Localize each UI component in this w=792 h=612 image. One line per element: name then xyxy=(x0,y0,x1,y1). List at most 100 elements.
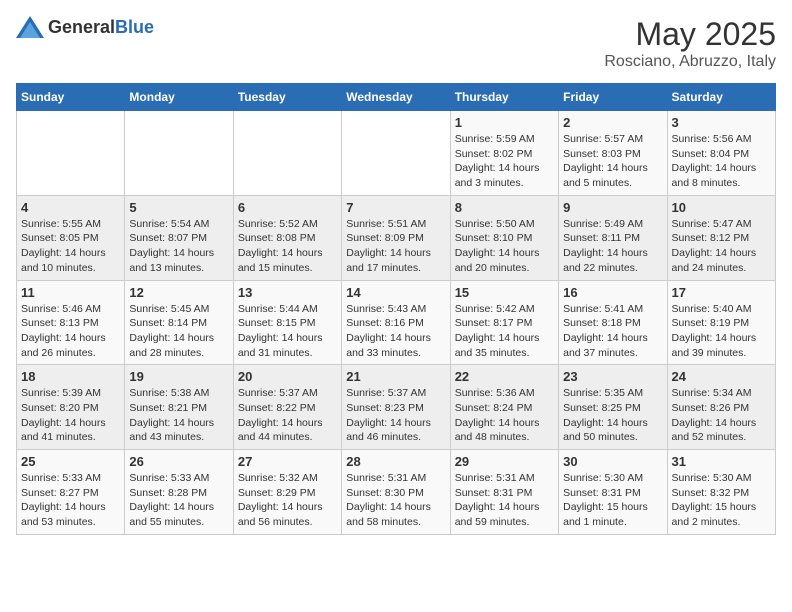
calendar-cell: 25 Sunrise: 5:33 AMSunset: 8:27 PMDayligh… xyxy=(17,450,125,535)
calendar-cell: 15 Sunrise: 5:42 AMSunset: 8:17 PMDayligh… xyxy=(450,280,558,365)
day-number: 25 xyxy=(21,454,120,469)
calendar-cell: 20 Sunrise: 5:37 AMSunset: 8:22 PMDayligh… xyxy=(233,365,341,450)
day-info: Sunrise: 5:51 AMSunset: 8:09 PMDaylight:… xyxy=(346,217,445,276)
week-row-3: 11Sunrise: 5:46 AMSunset: 8:13 PMDayligh… xyxy=(17,280,776,365)
day-number: 5 xyxy=(129,200,228,215)
calendar-table: SundayMondayTuesdayWednesdayThursdayFrid… xyxy=(16,83,776,535)
day-info: Sunrise: 5:39 AMSunset: 8:20 PMDaylight:… xyxy=(21,386,120,445)
day-info: Sunrise: 5:54 AMSunset: 8:07 PMDaylight:… xyxy=(129,217,228,276)
day-info: Sunrise: 5:50 AMSunset: 8:10 PMDaylight:… xyxy=(455,217,554,276)
calendar-cell xyxy=(342,111,450,196)
week-row-1: 1Sunrise: 5:59 AMSunset: 8:02 PMDaylight… xyxy=(17,111,776,196)
day-info: Sunrise: 5:47 AMSunset: 8:12 PMDaylight:… xyxy=(672,217,771,276)
day-number: 1 xyxy=(455,115,554,130)
calendar-cell: 9Sunrise: 5:49 AMSunset: 8:11 PMDaylight… xyxy=(559,195,667,280)
calendar-cell: 28 Sunrise: 5:31 AMSunset: 8:30 PMDayligh… xyxy=(342,450,450,535)
title-block: May 2025 Rosciano, Abruzzo, Italy xyxy=(604,16,776,71)
day-number: 27 xyxy=(238,454,337,469)
day-number: 12 xyxy=(129,285,228,300)
calendar-cell: 19Sunrise: 5:38 AMSunset: 8:21 PMDayligh… xyxy=(125,365,233,450)
day-number: 7 xyxy=(346,200,445,215)
page-header: GeneralBlue May 2025 Rosciano, Abruzzo, … xyxy=(16,16,776,71)
day-info: Sunrise: 5:37 AMSunset: 8:23 PMDaylight:… xyxy=(346,386,445,445)
day-info: Sunrise: 5:41 AMSunset: 8:18 PMDaylight:… xyxy=(563,302,662,361)
day-info: Sunrise: 5:42 AMSunset: 8:17 PMDaylight:… xyxy=(455,302,554,361)
day-number: 31 xyxy=(672,454,771,469)
weekday-header-row: SundayMondayTuesdayWednesdayThursdayFrid… xyxy=(17,84,776,111)
weekday-header-tuesday: Tuesday xyxy=(233,84,341,111)
weekday-header-friday: Friday xyxy=(559,84,667,111)
day-number: 26 xyxy=(129,454,228,469)
logo-wordmark: GeneralBlue xyxy=(48,17,154,38)
day-number: 23 xyxy=(563,369,662,384)
day-number: 28 xyxy=(346,454,445,469)
calendar-title: May 2025 xyxy=(604,16,776,53)
day-info: Sunrise: 5:52 AMSunset: 8:08 PMDaylight:… xyxy=(238,217,337,276)
calendar-cell: 8 Sunrise: 5:50 AMSunset: 8:10 PMDaylight… xyxy=(450,195,558,280)
calendar-cell: 3Sunrise: 5:56 AMSunset: 8:04 PMDaylight… xyxy=(667,111,775,196)
calendar-cell: 12 Sunrise: 5:45 AMSunset: 8:14 PMDayligh… xyxy=(125,280,233,365)
day-info: Sunrise: 5:30 AMSunset: 8:32 PMDaylight:… xyxy=(672,471,771,530)
day-info: Sunrise: 5:31 AMSunset: 8:31 PMDaylight:… xyxy=(455,471,554,530)
day-number: 22 xyxy=(455,369,554,384)
logo-icon xyxy=(16,16,44,38)
week-row-4: 18 Sunrise: 5:39 AMSunset: 8:20 PMDayligh… xyxy=(17,365,776,450)
day-info: Sunrise: 5:46 AMSunset: 8:13 PMDaylight:… xyxy=(21,302,120,361)
day-info: Sunrise: 5:40 AMSunset: 8:19 PMDaylight:… xyxy=(672,302,771,361)
day-info: Sunrise: 5:37 AMSunset: 8:22 PMDaylight:… xyxy=(238,386,337,445)
calendar-cell: 26Sunrise: 5:33 AMSunset: 8:28 PMDayligh… xyxy=(125,450,233,535)
day-info: Sunrise: 5:45 AMSunset: 8:14 PMDaylight:… xyxy=(129,302,228,361)
day-number: 20 xyxy=(238,369,337,384)
calendar-cell: 13Sunrise: 5:44 AMSunset: 8:15 PMDayligh… xyxy=(233,280,341,365)
day-info: Sunrise: 5:43 AMSunset: 8:16 PMDaylight:… xyxy=(346,302,445,361)
calendar-cell: 5 Sunrise: 5:54 AMSunset: 8:07 PMDaylight… xyxy=(125,195,233,280)
calendar-cell xyxy=(233,111,341,196)
day-number: 13 xyxy=(238,285,337,300)
day-number: 10 xyxy=(672,200,771,215)
day-number: 4 xyxy=(21,200,120,215)
calendar-cell: 18 Sunrise: 5:39 AMSunset: 8:20 PMDayligh… xyxy=(17,365,125,450)
calendar-cell: 16 Sunrise: 5:41 AMSunset: 8:18 PMDayligh… xyxy=(559,280,667,365)
day-number: 24 xyxy=(672,369,771,384)
weekday-header-saturday: Saturday xyxy=(667,84,775,111)
calendar-cell: 6 Sunrise: 5:52 AMSunset: 8:08 PMDaylight… xyxy=(233,195,341,280)
weekday-header-monday: Monday xyxy=(125,84,233,111)
calendar-cell: 23Sunrise: 5:35 AMSunset: 8:25 PMDayligh… xyxy=(559,365,667,450)
calendar-cell: 27Sunrise: 5:32 AMSunset: 8:29 PMDayligh… xyxy=(233,450,341,535)
day-number: 16 xyxy=(563,285,662,300)
logo: GeneralBlue xyxy=(16,16,154,38)
week-row-5: 25 Sunrise: 5:33 AMSunset: 8:27 PMDayligh… xyxy=(17,450,776,535)
calendar-cell: 21 Sunrise: 5:37 AMSunset: 8:23 PMDayligh… xyxy=(342,365,450,450)
day-number: 17 xyxy=(672,285,771,300)
day-info: Sunrise: 5:33 AMSunset: 8:27 PMDaylight:… xyxy=(21,471,120,530)
day-info: Sunrise: 5:36 AMSunset: 8:24 PMDaylight:… xyxy=(455,386,554,445)
calendar-cell: 14Sunrise: 5:43 AMSunset: 8:16 PMDayligh… xyxy=(342,280,450,365)
day-number: 6 xyxy=(238,200,337,215)
weekday-header-wednesday: Wednesday xyxy=(342,84,450,111)
day-number: 9 xyxy=(563,200,662,215)
day-info: Sunrise: 5:56 AMSunset: 8:04 PMDaylight:… xyxy=(672,132,771,191)
day-number: 21 xyxy=(346,369,445,384)
calendar-cell: 31 Sunrise: 5:30 AMSunset: 8:32 PMDayligh… xyxy=(667,450,775,535)
day-number: 8 xyxy=(455,200,554,215)
day-number: 18 xyxy=(21,369,120,384)
day-number: 30 xyxy=(563,454,662,469)
day-info: Sunrise: 5:38 AMSunset: 8:21 PMDaylight:… xyxy=(129,386,228,445)
calendar-cell: 1Sunrise: 5:59 AMSunset: 8:02 PMDaylight… xyxy=(450,111,558,196)
calendar-cell: 29Sunrise: 5:31 AMSunset: 8:31 PMDayligh… xyxy=(450,450,558,535)
calendar-cell xyxy=(17,111,125,196)
weekday-header-thursday: Thursday xyxy=(450,84,558,111)
day-info: Sunrise: 5:31 AMSunset: 8:30 PMDaylight:… xyxy=(346,471,445,530)
calendar-cell: 22 Sunrise: 5:36 AMSunset: 8:24 PMDayligh… xyxy=(450,365,558,450)
calendar-header: SundayMondayTuesdayWednesdayThursdayFrid… xyxy=(17,84,776,111)
calendar-cell: 10 Sunrise: 5:47 AMSunset: 8:12 PMDayligh… xyxy=(667,195,775,280)
calendar-cell xyxy=(125,111,233,196)
logo-general: General xyxy=(48,17,115,37)
calendar-cell: 30 Sunrise: 5:30 AMSunset: 8:31 PMDayligh… xyxy=(559,450,667,535)
weekday-header-sunday: Sunday xyxy=(17,84,125,111)
calendar-cell: 7 Sunrise: 5:51 AMSunset: 8:09 PMDaylight… xyxy=(342,195,450,280)
week-row-2: 4Sunrise: 5:55 AMSunset: 8:05 PMDaylight… xyxy=(17,195,776,280)
day-info: Sunrise: 5:30 AMSunset: 8:31 PMDaylight:… xyxy=(563,471,662,530)
calendar-cell: 11Sunrise: 5:46 AMSunset: 8:13 PMDayligh… xyxy=(17,280,125,365)
day-number: 15 xyxy=(455,285,554,300)
